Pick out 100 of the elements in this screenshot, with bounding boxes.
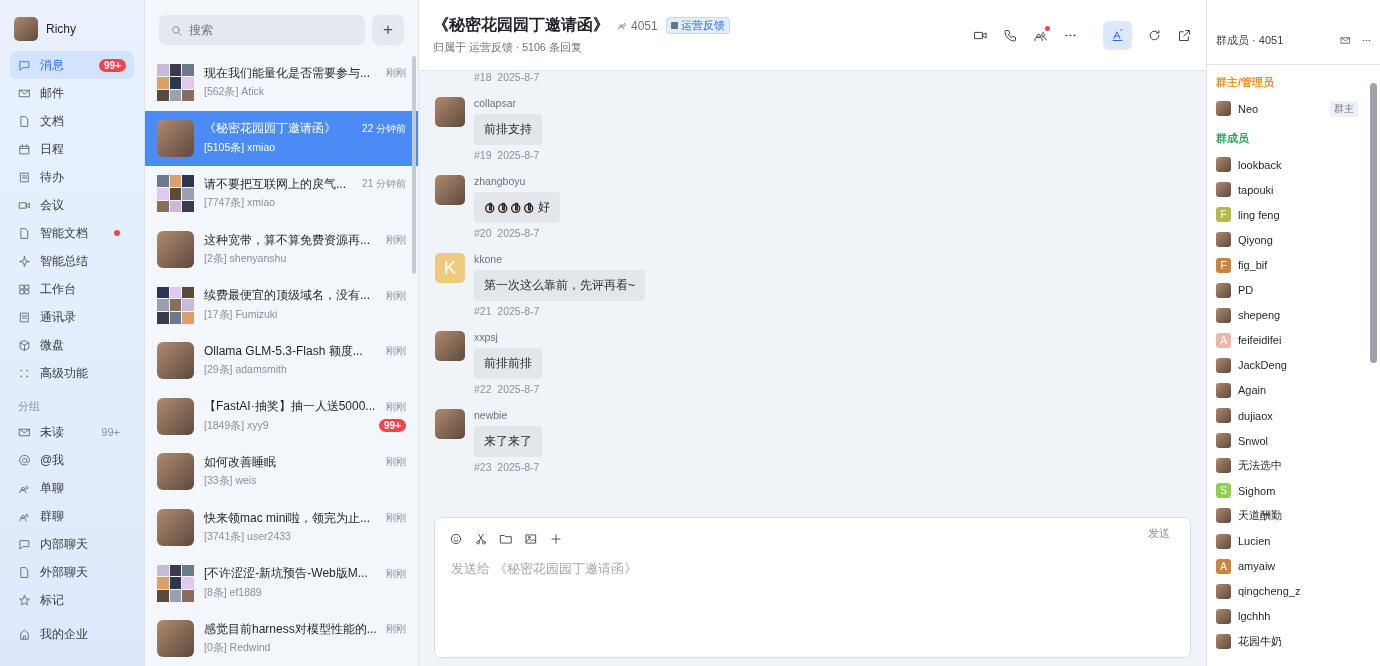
message-meta: #22 2025-8-7 (474, 383, 541, 395)
nav-item[interactable]: 文档 (10, 107, 134, 135)
member-item[interactable]: dujiaox (1216, 403, 1358, 429)
chat-item[interactable]: 续费最便宜的顶级域名，没有... 刚刚 [17条] Fumizuki (145, 277, 418, 333)
mail-icon[interactable] (1340, 34, 1351, 46)
external-link-icon[interactable] (1177, 27, 1192, 43)
nav-item[interactable]: 高级功能 (10, 359, 134, 387)
chat-title: 快来领mac mini啦，领完为止... (204, 509, 370, 527)
member-item[interactable]: S Sighom (1216, 478, 1358, 504)
group-item[interactable]: 群聊 (10, 502, 134, 530)
member-item[interactable]: JackDeng (1216, 352, 1358, 378)
member-item[interactable]: Qiyong (1216, 227, 1358, 253)
nav-item[interactable]: 待办 (10, 163, 134, 191)
nav-item[interactable]: 会议 (10, 191, 134, 219)
members-button[interactable] (1033, 27, 1048, 43)
member-item[interactable]: F fig_bif (1216, 252, 1358, 278)
nav-icon (18, 142, 31, 156)
member-avatar (1216, 458, 1231, 474)
member-item[interactable]: A feifeidifei (1216, 327, 1358, 353)
chat-avatar (157, 453, 194, 491)
chat-item[interactable]: 现在我们能量化是否需要参与... 刚刚 [562条] Atick (145, 55, 418, 111)
panel-title: 群成员 · 4051 (1216, 32, 1285, 48)
chat-item[interactable]: Ollama GLM-5.3-Flash 额度... 刚刚 [29条] adamsmith (145, 332, 418, 389)
member-item[interactable]: qingcheng_z (1216, 578, 1358, 604)
nav-item[interactable]: 智能文档 (10, 219, 134, 247)
user-avatar[interactable] (435, 97, 465, 127)
chat-title: 《秘密花园园丁邀请函》 (204, 120, 336, 138)
nav-icon (18, 310, 31, 324)
member-item[interactable]: Neo 群主 (1216, 96, 1358, 122)
group-item[interactable]: 单聊 (10, 474, 134, 502)
user-avatar[interactable] (435, 331, 465, 361)
user-avatar[interactable] (435, 175, 465, 205)
member-item[interactable]: shepeng (1216, 302, 1358, 328)
nav-item[interactable]: 邮件 (10, 79, 134, 107)
member-item[interactable]: 无法选中 (1216, 453, 1358, 479)
scissors-icon[interactable] (474, 532, 488, 546)
group-item[interactable]: 内部聊天 (10, 530, 134, 558)
member-item[interactable]: Snwol (1216, 428, 1358, 454)
chat-item[interactable]: 这种宽带，算不算免费资源再... 刚刚 [2条] shenyanshu (145, 221, 418, 278)
translate-button[interactable] (1103, 20, 1132, 50)
refresh-icon[interactable] (1147, 27, 1162, 43)
chat-avatar (157, 231, 194, 269)
emoji-icon[interactable] (449, 532, 463, 546)
chat-item[interactable]: [不许涩涩-新坑预告-Web版M... 刚刚 [8条] ef1889 (145, 555, 418, 611)
phone-icon[interactable] (1003, 27, 1018, 43)
chat-avatar (157, 397, 194, 435)
folder-icon[interactable] (499, 532, 513, 546)
plus-icon[interactable] (549, 532, 563, 546)
group-avatar (157, 64, 194, 102)
chat-item[interactable]: 如何改善睡眠 刚刚 [33条] weis (145, 444, 418, 500)
chat-time: 刚刚 (386, 511, 406, 526)
nav-item[interactable]: 日程 (10, 135, 134, 163)
member-item[interactable]: tapouki (1216, 177, 1358, 203)
chat-avatar (157, 509, 194, 547)
add-button[interactable]: + (372, 15, 404, 45)
scrollbar[interactable] (412, 56, 416, 274)
chat-preview: [29条] adamsmith (204, 363, 287, 378)
chat-item[interactable]: 感觉目前harness对模型性能的... 刚刚 [0条] Redwind (145, 610, 418, 666)
member-item[interactable]: 花园牛奶 (1216, 628, 1358, 654)
chat-preview: [5105条] xmiao (204, 140, 276, 155)
nav-item[interactable]: 智能总结 (10, 247, 134, 275)
category-tag[interactable]: 运营反馈 (665, 17, 730, 34)
nav-icon (18, 226, 31, 240)
member-item[interactable]: A amyaiw (1216, 553, 1358, 579)
member-item[interactable]: PD (1216, 277, 1358, 303)
unread-badge: 99+ (379, 419, 406, 433)
group-item[interactable]: 外部聊天 (10, 558, 134, 586)
group-avatar (157, 175, 194, 213)
unread-badge: 99+ (99, 58, 126, 72)
image-icon[interactable] (524, 532, 538, 546)
member-avatar (1216, 633, 1231, 649)
group-item[interactable]: @我 (10, 446, 134, 474)
nav-item[interactable]: 消息 99+ (10, 51, 134, 79)
member-avatar: F (1216, 257, 1231, 273)
message-input[interactable]: 发送给 《秘密花园园丁邀请函》 (449, 558, 1176, 643)
group-avatar (157, 564, 194, 602)
chat-item[interactable]: 请不要把互联网上的戾气... 21 分钟前 [7747条] xmiao (145, 166, 418, 222)
user-avatar[interactable] (435, 409, 465, 439)
nav-icon (18, 338, 31, 352)
user-name: Richy (46, 22, 76, 36)
nav-item[interactable]: 通讯录 (10, 303, 134, 331)
chat-item[interactable]: 【FastAI·抽奖】抽一人送5000... 刚刚 [1849条] xyy9 99+ (145, 388, 418, 445)
group-item[interactable]: 未读 99+ (10, 418, 134, 446)
nav-item[interactable]: 工作台 (10, 275, 134, 303)
user-avatar[interactable] (14, 17, 38, 41)
nav-item[interactable]: 微盘 (10, 331, 134, 359)
member-avatar (1216, 608, 1231, 624)
member-item[interactable]: lgchhh (1216, 603, 1358, 629)
member-item[interactable]: Again (1216, 377, 1358, 404)
search-icon (170, 24, 183, 37)
enterprise-item[interactable]: 我的企业 (10, 620, 134, 648)
member-item[interactable]: Lucien (1216, 528, 1358, 554)
chat-item[interactable]: 快来领mac mini啦，领完为止... 刚刚 [3741条] user2433 (145, 499, 418, 556)
group-item[interactable]: 标记 (10, 586, 134, 614)
member-item[interactable]: lookback (1216, 152, 1358, 178)
search-field[interactable]: 搜索 (159, 15, 365, 45)
chat-preview: [562条] Atick (204, 85, 265, 100)
chat-title: 【FastAI·抽奖】抽一人送5000... (204, 398, 376, 416)
member-item[interactable]: F ling feng (1216, 202, 1358, 228)
member-item[interactable]: 天道酬勤 (1216, 503, 1358, 529)
